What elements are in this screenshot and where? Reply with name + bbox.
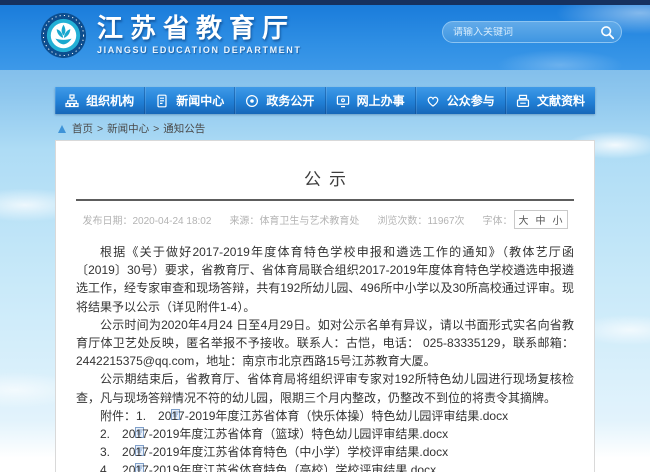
brand-text: 江苏省教育厅 JIANGSU EDUCATION DEPARTMENT [97, 13, 301, 55]
attachment-link-3[interactable]: 2017-2019年度江苏省体育特色（中小学）学校评审结果.docx [122, 445, 448, 459]
font-size-medium-button[interactable]: 中 [536, 212, 546, 227]
home-icon [58, 124, 66, 133]
online-service-icon [336, 94, 350, 108]
news-icon [155, 94, 169, 108]
search-icon[interactable] [600, 25, 615, 40]
breadcrumb-home[interactable]: 首页 [72, 121, 93, 136]
site-logo-icon [40, 12, 87, 59]
paragraph-1: 根据《关于做好2017-2019年度体育特色学校申报和遴选工作的通知》（教体艺厅… [76, 245, 574, 314]
site-header: 江苏省教育厅 JIANGSU EDUCATION DEPARTMENT [0, 5, 650, 70]
attachment-number: 1. [136, 408, 147, 423]
font-size-small-button[interactable]: 小 [553, 212, 563, 227]
breadcrumb-separator: > [153, 122, 160, 135]
attachments-label: 附件： [100, 408, 137, 423]
breadcrumb-notices[interactable]: 通知公告 [163, 121, 205, 136]
nav-item-label: 新闻中心 [176, 94, 225, 108]
org-chart-icon [65, 93, 79, 108]
attachment-link-4[interactable]: 2017-2019年度江苏省体育特色（高校）学校评审结果.docx [122, 463, 436, 472]
nav-item-label: 网上办事 [356, 94, 405, 108]
font-size-switcher: 字体：大中小 [483, 210, 568, 229]
main-nav: 组织机构 新闻中心 政务公开 网上办事 公众参与 文献资料 [55, 87, 595, 114]
attachment-list: 附件：1. 2017-2019年度江苏省体育（快乐体操）特色幼儿园评审结果.doc… [76, 407, 574, 472]
attachment-row: 4. 2017-2019年度江苏省体育特色（高校）学校评审结果.docx [76, 461, 574, 472]
attachment-link-2[interactable]: 2017-2019年度江苏省体育（篮球）特色幼儿园评审结果.docx [122, 427, 448, 441]
archive-icon [516, 94, 530, 108]
doc-file-icon [111, 461, 145, 472]
search-box[interactable] [442, 21, 622, 43]
publish-date: 发布日期：2020-04-24 18:02 [82, 216, 212, 227]
doc-file-icon [111, 425, 145, 439]
title-divider [76, 199, 574, 201]
site-title: 江苏省教育厅 [97, 13, 296, 43]
brand: 江苏省教育厅 JIANGSU EDUCATION DEPARTMENT [40, 9, 301, 59]
attachment-row: 3. 2017-2019年度江苏省体育特色（中小学）学校评审结果.docx [76, 443, 574, 461]
nav-item-online-service[interactable]: 网上办事 [326, 87, 416, 114]
nav-item-label: 政务公开 [266, 94, 315, 108]
nav-item-label: 公众参与 [446, 94, 495, 108]
heart-icon [426, 94, 440, 108]
nav-item-label: 文献资料 [536, 94, 585, 108]
attachment-row: 2. 2017-2019年度江苏省体育（篮球）特色幼儿园评审结果.docx [76, 425, 574, 443]
nav-item-participation[interactable]: 公众参与 [416, 87, 506, 114]
attachment-number: 4. [100, 463, 111, 472]
nav-item-label: 组织机构 [86, 94, 135, 108]
article-source: 来源：体育卫生与艺术教育处 [229, 216, 360, 227]
paragraph-3: 公示期结束后，省教育厅、省体育局将组织评审专家对192所特色幼儿园进行现场复核检… [76, 372, 574, 405]
attachment-link-1[interactable]: 2017-2019年度江苏省体育（快乐体操）特色幼儿园评审结果.docx [158, 409, 508, 423]
font-size-large-button[interactable]: 大 [519, 212, 529, 227]
article-body: 根据《关于做好2017-2019年度体育特色学校申报和遴选工作的通知》（教体艺厅… [76, 243, 574, 472]
attachment-row: 附件：1. 2017-2019年度江苏省体育（快乐体操）特色幼儿园评审结果.doc… [76, 407, 574, 425]
paragraph-2: 公示时间为2020年4月24 日至4月29日。如对公示名单有异议，请以书面形式实… [76, 317, 574, 369]
article-meta: 发布日期：2020-04-24 18:02 来源：体育卫生与艺术教育处 浏览次数… [76, 210, 574, 229]
attachment-number: 2. [100, 427, 111, 442]
site-subtitle: JIANGSU EDUCATION DEPARTMENT [97, 45, 302, 55]
nav-item-disclosure[interactable]: 政务公开 [235, 87, 326, 114]
nav-item-organization[interactable]: 组织机构 [55, 87, 146, 114]
doc-file-icon [111, 443, 145, 457]
nav-item-documents[interactable]: 文献资料 [506, 87, 595, 114]
search-input[interactable] [453, 26, 600, 38]
article-title: 公示 [304, 170, 354, 189]
breadcrumb-separator: > [97, 122, 104, 135]
doc-file-icon [147, 407, 181, 420]
disclosure-icon [245, 94, 259, 108]
attachment-number: 3. [100, 445, 111, 460]
breadcrumb-news-center[interactable]: 新闻中心 [107, 121, 149, 136]
breadcrumb: 首页 > 新闻中心 > 通知公告 [58, 121, 205, 136]
content-panel: 公示 发布日期：2020-04-24 18:02 来源：体育卫生与艺术教育处 浏… [55, 140, 595, 472]
view-count: 浏览次数：11967次 [377, 216, 465, 227]
nav-item-news[interactable]: 新闻中心 [145, 87, 236, 114]
